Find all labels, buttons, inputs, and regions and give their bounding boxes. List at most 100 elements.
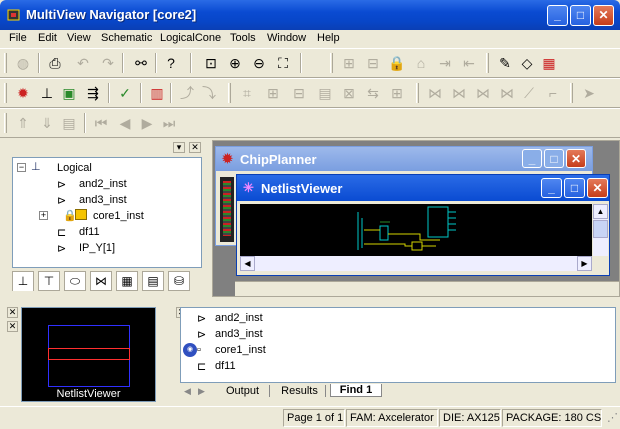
dock-close-icon[interactable]: ✕ — [7, 321, 18, 332]
level-down-icon[interactable]: ⇓ — [36, 112, 58, 134]
toolbar-grip[interactable] — [4, 53, 7, 73]
eraser-icon[interactable]: ◇ — [516, 52, 538, 74]
group-icon[interactable]: ⊞ — [262, 82, 284, 104]
cell-icon[interactable]: ⌗ — [236, 82, 258, 104]
next-page-icon[interactable]: ▶ — [136, 112, 158, 134]
pin-in-icon[interactable]: ⤴ — [176, 82, 198, 104]
dock-close-icon[interactable]: ✕ — [189, 142, 201, 153]
net-view-tab-icon[interactable]: ⬭ — [64, 271, 86, 291]
split-icon[interactable]: ⋈ — [424, 82, 446, 104]
menu-view[interactable]: View — [67, 32, 91, 44]
netlist-icon[interactable]: ⇶ — [82, 82, 104, 104]
scroll-left-icon[interactable]: ◀ — [240, 256, 255, 271]
block-icon[interactable]: ▤ — [314, 82, 336, 104]
schematic-icon[interactable]: ▣ — [58, 82, 80, 104]
chipplanner-close[interactable]: ✕ — [566, 149, 586, 168]
level-up-icon[interactable]: ⇑ — [12, 112, 34, 134]
tab-scroll-right-icon[interactable]: ▶ — [198, 386, 205, 397]
zoom-out-icon[interactable]: ⊖ — [248, 52, 270, 74]
netlistviewer-minimize[interactable]: _ — [541, 178, 562, 198]
pointer-icon[interactable]: ➤ — [578, 82, 600, 104]
chip-canvas[interactable] — [220, 177, 234, 242]
color-palette-icon[interactable]: ▦ — [538, 52, 560, 74]
scroll-thumb[interactable] — [593, 220, 608, 238]
minimize-button[interactable]: _ — [547, 5, 568, 26]
tab-scroll-left-icon[interactable]: ◀ — [184, 386, 191, 397]
netlist-vscrollbar[interactable]: ▲ — [593, 204, 608, 256]
place-icon[interactable]: ▥ — [146, 82, 168, 104]
tab-output[interactable]: Output — [216, 385, 270, 397]
trace-icon[interactable]: ⟋ — [518, 82, 540, 104]
last-page-icon[interactable]: ⏭ — [158, 112, 180, 134]
collapse-icon[interactable]: − — [17, 163, 26, 172]
print-icon[interactable]: ⎙ — [44, 52, 66, 74]
expand-icon[interactable]: + — [39, 211, 48, 220]
hierarchy-icon[interactable]: ⊥ — [36, 82, 58, 104]
stack-icon[interactable]: ▤ — [58, 112, 80, 134]
output-item[interactable]: and3_inst — [215, 328, 263, 340]
menu-window[interactable]: Window — [267, 32, 306, 44]
tab-results[interactable]: Results — [274, 385, 326, 397]
menu-help[interactable]: Help — [317, 32, 340, 44]
chip-icon[interactable]: ✹ — [12, 82, 34, 104]
remove-icon[interactable]: ⊟ — [362, 52, 384, 74]
dock-dropdown-icon[interactable]: ▾ — [173, 142, 185, 153]
tree-item[interactable]: and3_inst — [79, 194, 127, 206]
undo-icon[interactable]: ↶ — [72, 52, 94, 74]
menu-logicalcone[interactable]: LogicalCone — [160, 32, 221, 44]
table-view-tab-icon[interactable]: ▦ — [116, 271, 138, 291]
scroll-right-icon[interactable]: ▶ — [577, 256, 592, 271]
zoom-fit-icon[interactable]: ⛶ — [272, 52, 294, 74]
first-page-icon[interactable]: ⏮ — [90, 112, 112, 134]
pencil-icon[interactable]: ✎ — [494, 52, 516, 74]
move-in-icon[interactable]: ⇥ — [434, 52, 456, 74]
zoom-in-icon[interactable]: ⊕ — [224, 52, 246, 74]
output-item[interactable]: and2_inst — [215, 312, 263, 324]
corner-icon[interactable]: ⌐ — [542, 82, 564, 104]
lock-icon[interactable]: 🔒 — [386, 52, 408, 74]
scroll-up-icon[interactable]: ▲ — [593, 204, 608, 219]
tree-root[interactable]: Logical — [57, 162, 92, 174]
menu-file[interactable]: File — [9, 32, 27, 44]
check-icon[interactable]: ✓ — [114, 82, 136, 104]
mini-view-canvas[interactable]: NetlistViewer — [21, 307, 156, 402]
database-view-tab-icon[interactable]: ⛁ — [168, 271, 190, 291]
dock-close-icon[interactable]: ✕ — [7, 307, 18, 318]
mdi-hscrollbar[interactable] — [235, 281, 619, 296]
help-icon[interactable]: ? — [160, 52, 182, 74]
route-icon[interactable]: ⋈ — [496, 82, 518, 104]
delete-icon[interactable]: ⊠ — [338, 82, 360, 104]
pin-out-icon[interactable]: ⤵ — [198, 82, 220, 104]
tree-item[interactable]: core1_inst — [93, 210, 144, 222]
netlist-canvas[interactable] — [240, 204, 592, 256]
output-item[interactable]: df11 — [215, 360, 236, 372]
swap-icon[interactable]: ⋈ — [472, 82, 494, 104]
netlist-hscrollbar[interactable]: ◀ ▶ — [240, 256, 592, 271]
netlistviewer-maximize[interactable]: □ — [564, 178, 585, 198]
transfer-icon[interactable]: ⇆ — [362, 82, 384, 104]
find-icon[interactable]: ⚯ — [130, 52, 152, 74]
tree-item[interactable]: and2_inst — [79, 178, 127, 190]
zoom-select-icon[interactable]: ⊡ — [200, 52, 222, 74]
ungroup-icon[interactable]: ⊟ — [288, 82, 310, 104]
menu-edit[interactable]: Edit — [38, 32, 57, 44]
tab-find-1[interactable]: Find 1 — [330, 384, 382, 397]
physical-view-tab-icon[interactable]: ⊤ — [38, 271, 60, 291]
move-out-icon[interactable]: ⇤ — [458, 52, 480, 74]
chipplanner-maximize[interactable]: □ — [544, 149, 564, 168]
menu-schematic[interactable]: Schematic — [101, 32, 152, 44]
add-icon[interactable]: ⊞ — [338, 52, 360, 74]
menu-tools[interactable]: Tools — [230, 32, 256, 44]
resize-grip-icon[interactable]: ⋰ — [604, 409, 618, 427]
close-button[interactable]: ✕ — [593, 5, 614, 26]
redo-icon[interactable]: ↷ — [97, 52, 119, 74]
module-view-tab-icon[interactable]: ▤ — [142, 271, 164, 291]
disk-icon[interactable]: ◍ — [12, 52, 34, 74]
prev-page-icon[interactable]: ◀ — [114, 112, 136, 134]
logical-view-tab-icon[interactable]: ⊥ — [12, 271, 34, 291]
chipplanner-minimize[interactable]: _ — [522, 149, 542, 168]
unlock-icon[interactable]: ⌂ — [410, 52, 432, 74]
array-icon[interactable]: ⊞ — [386, 82, 408, 104]
output-item[interactable]: core1_inst — [215, 344, 266, 356]
tree-item[interactable]: df11 — [79, 226, 100, 238]
